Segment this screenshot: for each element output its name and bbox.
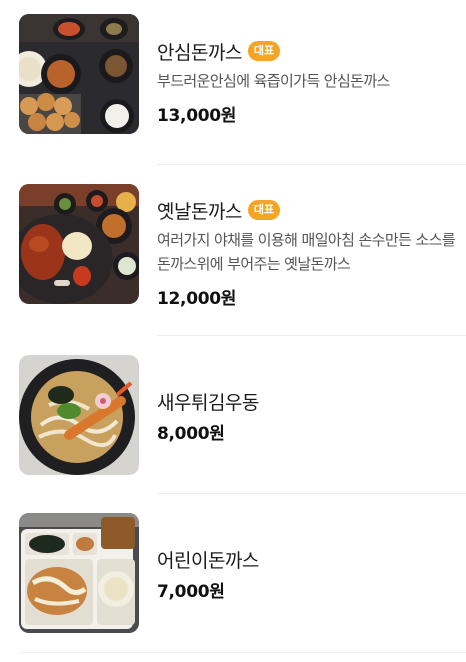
- menu-item-price: 8,000원: [157, 424, 225, 444]
- menu-item-name: 어린이돈까스: [157, 549, 259, 572]
- menu-item-price: 13,000원: [157, 106, 237, 126]
- shrimp-udon-photo-icon: [19, 355, 139, 475]
- menu-item-description: 여러가지 야채를 이용해 매일아침 손수만든 소스를 돈까스위에 부어주는 옛날…: [157, 231, 456, 273]
- menu-item-name: 안심돈까스: [157, 41, 242, 64]
- kids-donkatsu-photo-icon: [19, 513, 139, 633]
- signature-badge: 대표: [247, 41, 281, 61]
- menu-item-yennal-donkatsu[interactable]: 옛날돈까스 대표 여러가지 야채를 이용해 매일아침 손수만든 소스를 돈까스위…: [0, 165, 466, 336]
- menu-item-photo: [19, 184, 139, 304]
- ansim-donkatsu-photo-icon: [19, 14, 139, 134]
- menu-item-price: 7,000원: [157, 582, 225, 602]
- menu-item-shrimp-udon[interactable]: 새우튀김우동 8,000원: [0, 336, 466, 494]
- menu-item-photo: [19, 513, 139, 633]
- menu-item-ansim-donkatsu[interactable]: 안심돈까스 대표 부드러운안심에 육즙이가득 안심돈까스 13,000원: [0, 0, 466, 165]
- menu-item-photo: [19, 14, 139, 134]
- menu-item-name: 옛날돈까스: [157, 200, 242, 223]
- menu-item-name: 새우튀김우동: [157, 391, 259, 414]
- yennal-donkatsu-photo-icon: [19, 184, 139, 304]
- signature-badge: 대표: [247, 200, 281, 220]
- menu-item-photo: [19, 355, 139, 475]
- menu-item-price: 12,000원: [157, 289, 237, 309]
- menu-item-description: 부드러운안심에 육즙이가득 안심돈까스: [157, 72, 390, 90]
- divider: [19, 652, 466, 653]
- menu-item-kids-donkatsu[interactable]: 어린이돈까스 7,000원: [0, 494, 466, 662]
